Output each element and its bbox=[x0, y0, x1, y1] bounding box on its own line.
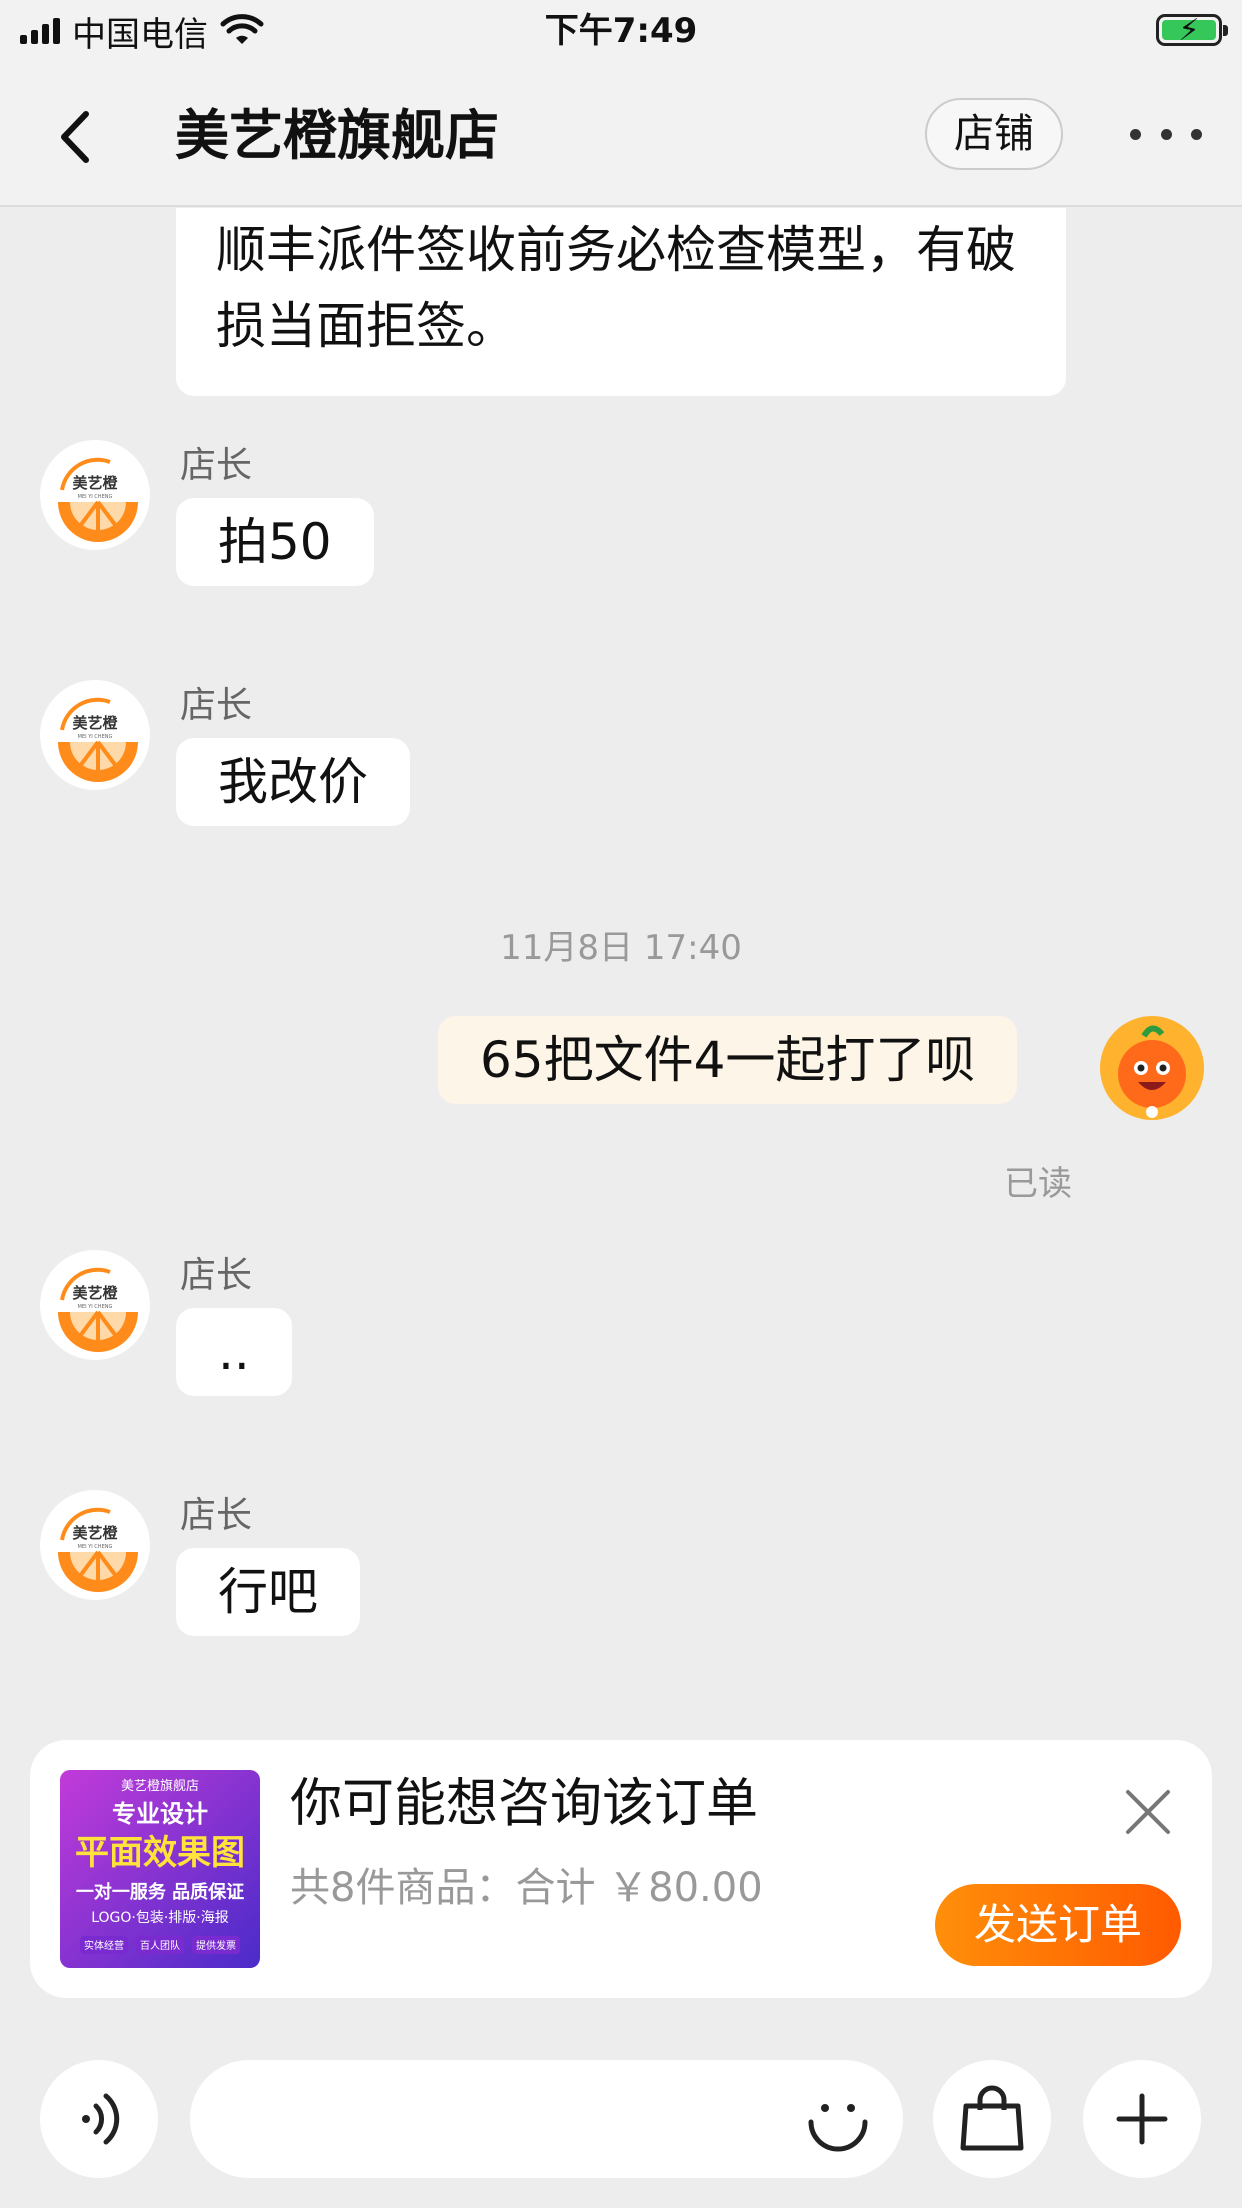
svg-text:专业设计: 专业设计 bbox=[112, 1800, 208, 1828]
voice-icon bbox=[82, 2093, 120, 2145]
emoji-icon[interactable] bbox=[805, 2088, 871, 2154]
svg-text:美艺橙: 美艺橙 bbox=[72, 474, 118, 492]
svg-text:实体经营: 实体经营 bbox=[84, 1939, 124, 1952]
svg-text:提供发票: 提供发票 bbox=[196, 1939, 236, 1952]
shopping-bag-button[interactable] bbox=[933, 2060, 1051, 2178]
svg-text:MEI YI CHENG: MEI YI CHENG bbox=[78, 1304, 113, 1310]
svg-text:百人团队: 百人团队 bbox=[140, 1939, 180, 1952]
shop-avatar[interactable]: 美艺橙 MEI YI CHENG bbox=[40, 1250, 150, 1360]
sender-name: 店长 bbox=[180, 1495, 253, 1536]
svg-text:MEI YI CHENG: MEI YI CHENG bbox=[78, 734, 113, 740]
svg-text:美艺橙旗舰店: 美艺橙旗舰店 bbox=[121, 1778, 199, 1794]
user-avatar[interactable] bbox=[1100, 1016, 1205, 1121]
close-icon[interactable] bbox=[1120, 1784, 1176, 1840]
my-message-bubble: 65把文件4一起打了呗 bbox=[438, 1016, 1018, 1104]
order-suggestion-card[interactable]: 美艺橙旗舰店 专业设计 平面效果图 一对一服务 品质保证 LOGO·包装·排版·… bbox=[30, 1740, 1212, 1998]
svg-text:美艺橙: 美艺橙 bbox=[72, 1524, 118, 1542]
time-divider: 11月8日 17:40 bbox=[500, 928, 742, 968]
plus-icon bbox=[1116, 2093, 1168, 2145]
message-bubble: 行吧 bbox=[176, 1548, 360, 1636]
shopping-bag-icon bbox=[960, 2085, 1024, 2151]
read-status: 已读 bbox=[1004, 1164, 1072, 1204]
product-thumbnail[interactable]: 美艺橙旗舰店 专业设计 平面效果图 一对一服务 品质保证 LOGO·包装·排版·… bbox=[60, 1770, 260, 1968]
order-card-title: 你可能想咨询该订单 bbox=[290, 1774, 759, 1834]
message-bubble: 我改价 bbox=[176, 738, 410, 826]
add-button[interactable] bbox=[1083, 2060, 1201, 2178]
svg-text:MEI YI CHENG: MEI YI CHENG bbox=[78, 1544, 113, 1550]
message-bubble: 顺丰派件签收前务必检查模型，有破损当面拒签。 bbox=[176, 208, 1066, 396]
nav-bar: 美艺橙旗舰店 店铺 bbox=[0, 62, 1242, 207]
voice-button[interactable] bbox=[40, 2060, 158, 2178]
svg-text:平面效果图: 平面效果图 bbox=[75, 1833, 245, 1873]
sender-name: 店长 bbox=[180, 685, 253, 726]
shop-avatar[interactable]: 美艺橙 MEI YI CHENG bbox=[40, 440, 150, 550]
chat-screen: 中国电信 下午7:49 ⚡ 美艺橙旗舰店 店铺 顺丰派件签收前务必检查模型，有破… bbox=[0, 0, 1242, 2208]
send-order-button[interactable]: 发送订单 bbox=[935, 1884, 1181, 1966]
input-bar bbox=[0, 2040, 1242, 2208]
message-bubble: 拍50 bbox=[176, 498, 374, 586]
shop-avatar[interactable]: 美艺橙 MEI YI CHENG bbox=[40, 1490, 150, 1600]
chat-messages: 顺丰派件签收前务必检查模型，有破损当面拒签。 美艺橙 MEI YI CHENG … bbox=[0, 208, 1242, 1708]
more-icon[interactable] bbox=[1130, 114, 1202, 154]
order-summary: 共8件商品：合计 ￥80.00 bbox=[290, 1865, 763, 1911]
message-bubble: .. bbox=[176, 1308, 292, 1396]
sender-name: 店长 bbox=[180, 445, 253, 486]
svg-text:一对一服务 品质保证: 一对一服务 品质保证 bbox=[76, 1881, 244, 1903]
sender-name: 店长 bbox=[180, 1255, 253, 1296]
svg-text:MEI YI CHENG: MEI YI CHENG bbox=[78, 494, 113, 500]
status-time: 下午7:49 bbox=[544, 11, 698, 51]
svg-text:美艺橙: 美艺橙 bbox=[72, 714, 118, 732]
back-icon[interactable] bbox=[40, 102, 110, 172]
svg-text:LOGO·包装·排版·海报: LOGO·包装·排版·海报 bbox=[91, 1910, 229, 1926]
shop-avatar[interactable]: 美艺橙 MEI YI CHENG bbox=[40, 680, 150, 790]
shop-button[interactable]: 店铺 bbox=[925, 98, 1063, 170]
svg-text:美艺橙: 美艺橙 bbox=[72, 1284, 118, 1302]
message-input[interactable] bbox=[190, 2060, 903, 2178]
status-bar: 中国电信 下午7:49 ⚡ bbox=[0, 0, 1242, 62]
battery-icon: ⚡ bbox=[1156, 13, 1228, 48]
page-title: 美艺橙旗舰店 bbox=[175, 104, 499, 167]
